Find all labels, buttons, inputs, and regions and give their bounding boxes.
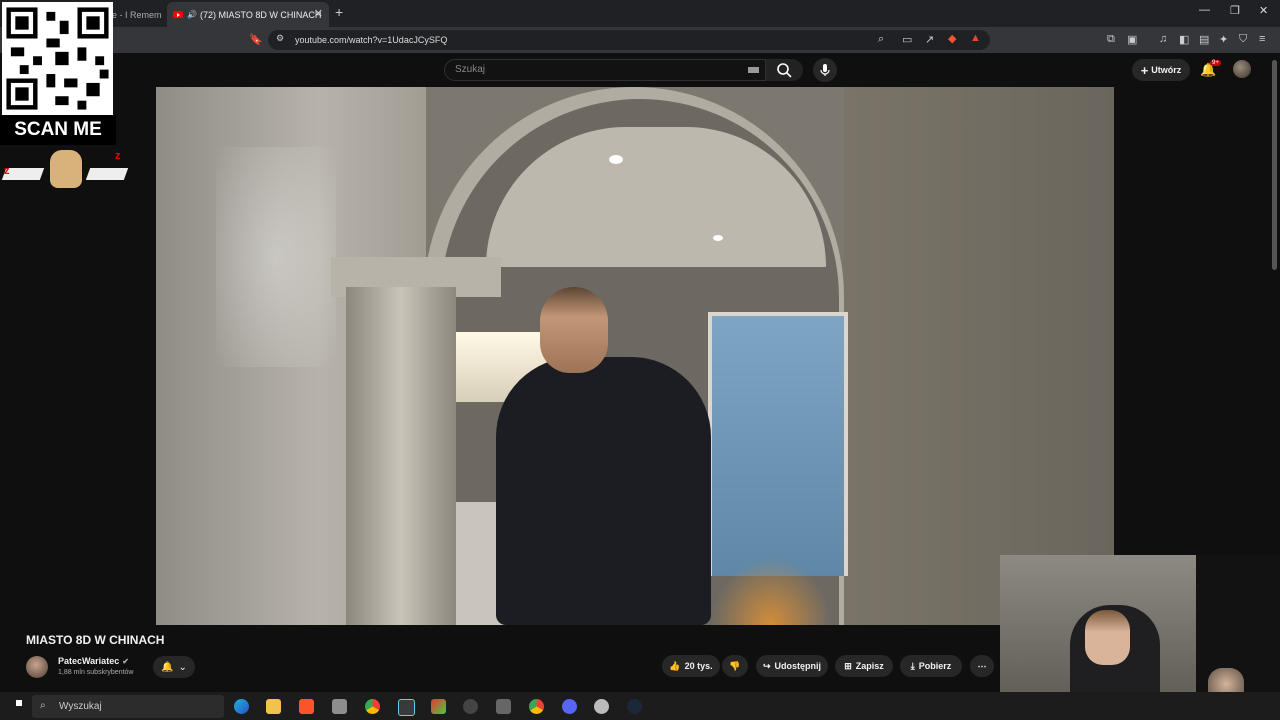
new-tab-icon[interactable]: +	[335, 4, 343, 20]
share-icon: ↪	[762, 660, 771, 671]
search-button[interactable]	[766, 59, 803, 81]
search-input[interactable]	[444, 59, 766, 81]
video-wall-right	[844, 87, 1114, 625]
chrome-icon[interactable]	[365, 699, 380, 714]
taskbar-search-placeholder: Wyszukaj	[59, 701, 102, 712]
music-icon[interactable]: ♫	[1159, 33, 1167, 45]
calculator-icon[interactable]	[496, 699, 511, 714]
notification-badge: 9+	[1210, 60, 1221, 66]
create-label: Utwórz	[1151, 65, 1182, 75]
video-ceiling-lamp	[713, 235, 723, 241]
voice-search-button[interactable]	[813, 58, 837, 82]
search-placeholder: Szukaj	[455, 64, 486, 75]
close-window-icon[interactable]: ✕	[1259, 4, 1268, 17]
more-icon: ⋯	[977, 660, 987, 671]
save-button[interactable]: ⊞ Zapisz	[835, 655, 893, 677]
menu-icon[interactable]: ≡	[1259, 33, 1265, 45]
sidebar-icon[interactable]: ◧	[1179, 33, 1189, 46]
video-plant	[711, 557, 831, 625]
account-avatar[interactable]	[1233, 60, 1251, 78]
video-light	[216, 147, 336, 367]
download-button[interactable]: ⤓ Pobierz	[900, 655, 962, 677]
wallet-icon[interactable]: ▤	[1199, 33, 1209, 46]
youtube-favicon-icon	[173, 11, 183, 18]
video-pillar	[346, 287, 456, 625]
channel-avatar[interactable]	[26, 656, 48, 678]
video-person-head	[540, 287, 608, 373]
brave-shield-icon[interactable]: ◆	[948, 32, 956, 45]
qr-code	[2, 2, 113, 115]
brave-icon[interactable]	[299, 699, 314, 714]
subscriber-count: 1,88 mln subskrybentów	[58, 669, 134, 676]
obs-icon[interactable]	[398, 699, 415, 716]
video-ceiling-lamp	[609, 155, 623, 164]
speaker-icon: 🔊	[187, 10, 197, 19]
video-person-body	[496, 357, 711, 625]
subscription-bell-button[interactable]: 🔔 ⌄	[153, 656, 195, 678]
download-label: Pobierz	[918, 661, 952, 671]
keyboard-icon[interactable]	[748, 67, 759, 73]
microphone-icon	[820, 64, 830, 76]
plus-icon: +	[1140, 62, 1149, 78]
download-icon: ⤓	[910, 660, 915, 671]
brave-rewards-icon[interactable]: ▲	[970, 32, 981, 44]
cast-icon[interactable]: ▭	[902, 33, 912, 46]
ai-icon[interactable]: ✦	[1219, 33, 1228, 46]
app-icon[interactable]	[332, 699, 347, 714]
channel-name-text: PatecWariatec	[58, 656, 120, 666]
thumbs-up-icon: 👍	[669, 660, 681, 671]
zoom-icon[interactable]: ⌕	[878, 33, 884, 46]
minimize-icon[interactable]: —	[1199, 4, 1210, 16]
bookmark-icon[interactable]: 🔖	[249, 33, 263, 46]
dislike-button[interactable]: 👎	[722, 655, 748, 677]
page-scrollbar[interactable]	[1272, 60, 1277, 270]
share-button[interactable]: ↪ Udostępnij	[756, 655, 828, 677]
channel-name[interactable]: PatecWariatec ✔	[58, 656, 129, 666]
close-tab-icon[interactable]: ✕	[314, 7, 323, 20]
more-actions-button[interactable]: ⋯	[970, 655, 994, 677]
video-player[interactable]	[156, 87, 1114, 625]
app-icon[interactable]	[431, 699, 446, 714]
save-label: Zapisz	[855, 661, 884, 671]
steam-icon[interactable]	[627, 699, 642, 714]
scan-me-label: SCAN ME	[0, 115, 116, 145]
share-label: Udostępnij	[774, 661, 822, 671]
edge-icon[interactable]	[234, 699, 249, 714]
video-title: MIASTO 8D W CHINACH	[26, 633, 165, 647]
screenshot-icon[interactable]: ▣	[1127, 33, 1137, 46]
discord-icon[interactable]	[562, 699, 577, 714]
right-hand-emote	[85, 168, 129, 180]
extensions-icon[interactable]: ⧉	[1107, 33, 1115, 46]
app-icon[interactable]	[594, 699, 609, 714]
save-icon: ⊞	[844, 660, 852, 671]
restore-icon[interactable]: ❐	[1230, 4, 1240, 17]
sleep-z-icon: z	[115, 150, 121, 162]
url-text[interactable]: youtube.com/watch?v=1UdacJCySFQ	[295, 35, 447, 45]
qr-code-graphic	[6, 7, 109, 110]
windows-start-icon[interactable]	[10, 700, 22, 712]
chrome-icon[interactable]	[529, 699, 544, 714]
file-explorer-icon[interactable]	[266, 699, 281, 714]
tab-inactive-label: e - I Remem	[112, 9, 162, 20]
settings-icon[interactable]	[463, 699, 478, 714]
chevron-down-icon: ⌄	[178, 661, 187, 673]
site-settings-icon[interactable]: ⚙	[276, 33, 284, 44]
thumbs-down-icon: 👎	[729, 660, 741, 671]
tab-inactive[interactable]: e - I Remem	[112, 2, 167, 27]
create-button[interactable]: + Utwórz	[1132, 59, 1190, 81]
bell-icon: 🔔	[161, 661, 174, 673]
sleep-z-icon: z	[4, 165, 10, 177]
taskbar-search-icon: ⌕	[40, 700, 46, 711]
cat-emote	[50, 150, 82, 188]
video-door	[708, 312, 848, 576]
webcam-face	[1085, 610, 1130, 665]
like-button[interactable]: 👍 20 tys.	[662, 655, 720, 677]
like-count: 20 tys.	[684, 661, 713, 671]
vpn-icon[interactable]: ⛉	[1239, 33, 1247, 46]
search-icon	[777, 63, 792, 78]
verified-icon: ✔	[122, 657, 129, 666]
tab-active[interactable]: 🔊 (72) MIASTO 8D W CHINACH ✕	[167, 2, 329, 27]
share-page-icon[interactable]: ↗	[925, 33, 934, 46]
tab-active-label: (72) MIASTO 8D W CHINACH	[199, 9, 322, 20]
